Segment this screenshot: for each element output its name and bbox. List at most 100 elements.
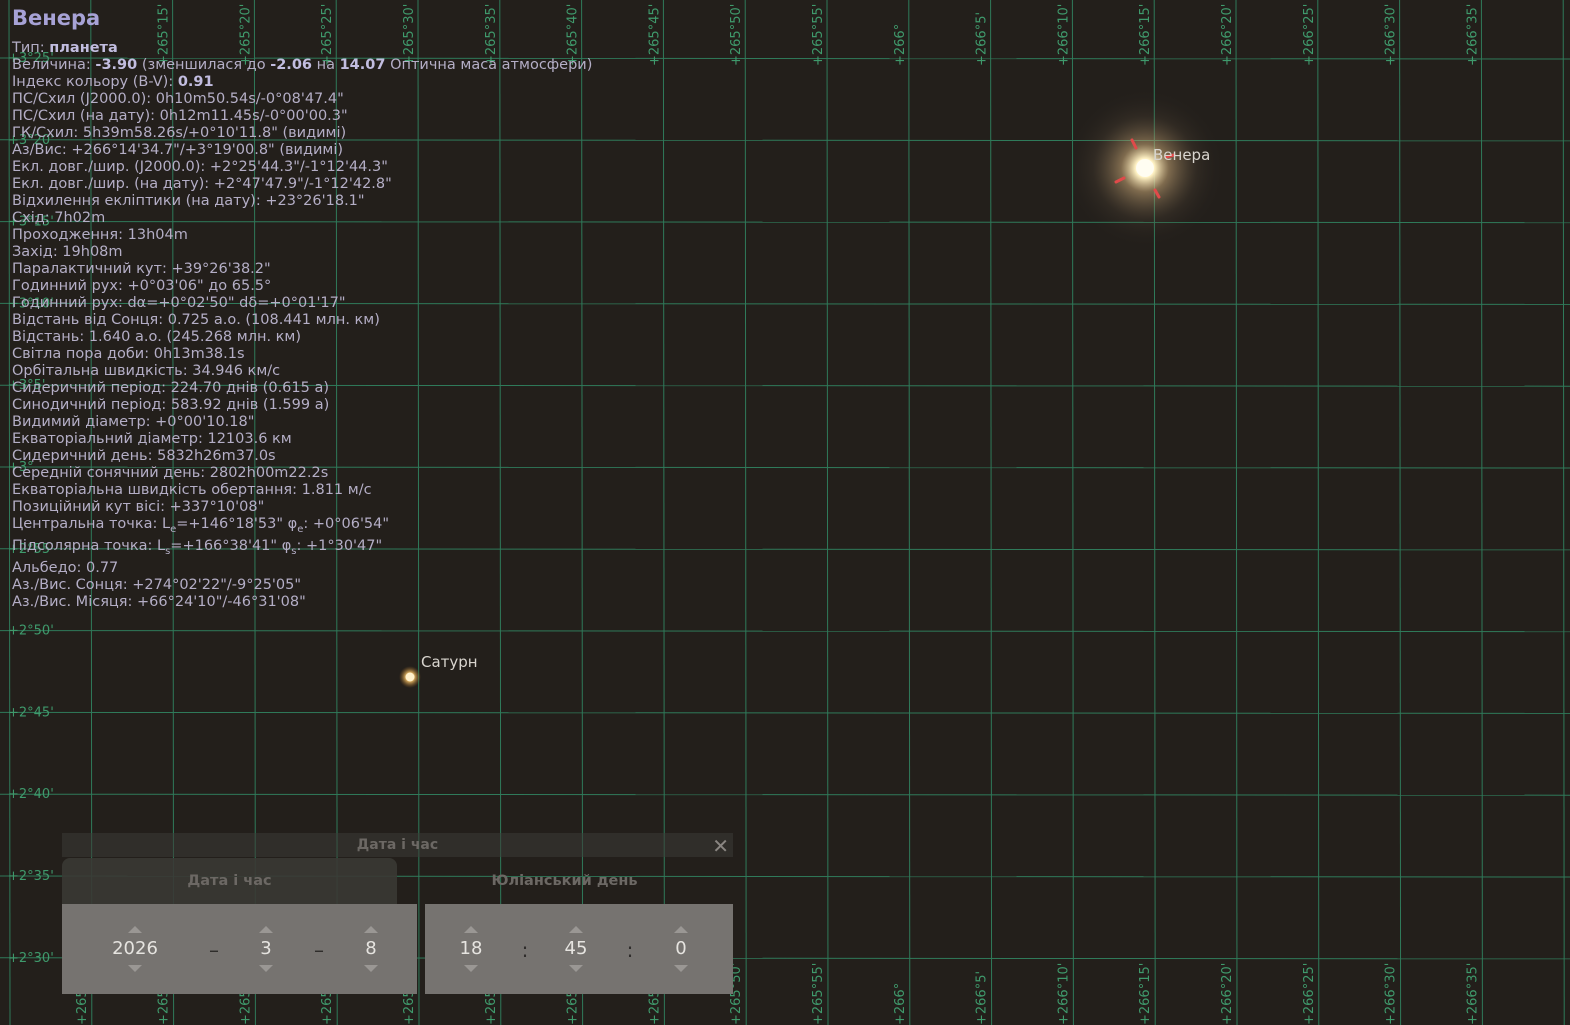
month-up-arrow-icon[interactable] [259,926,273,933]
info-line: Схід: 7h02m [12,210,106,226]
altitude-label: +2°35' [8,869,54,884]
date-separator: – [314,938,324,962]
info-line: Захід: 19h08m [12,244,123,260]
year-up-arrow-icon[interactable] [128,926,142,933]
azimuth-label-bottom: +266°35' [1465,963,1480,1025]
venus-object[interactable] [1065,88,1225,248]
altitude-label: +2°45' [8,705,54,720]
second-value[interactable]: 0 [646,938,716,959]
minute-down-arrow-icon[interactable] [569,965,583,972]
object-info-panel: Венера Тип: планета Величина: -3.90 (змен… [12,4,592,611]
hour-spinbox[interactable]: 18 [436,904,506,994]
info-line: Тип: планета [12,40,592,57]
saturn-label: Сатурн [421,653,478,671]
month-value[interactable]: 3 [231,938,301,959]
azimuth-grid-line [826,0,829,1025]
info-value: 14.07 [339,57,386,73]
minute-up-arrow-icon[interactable] [569,926,583,933]
altitude-label: +2°30' [8,951,54,966]
altitude-grid-line [0,793,1570,796]
saturn-disk[interactable] [405,672,415,682]
info-text: =+146°18'53" φ [176,516,298,532]
info-line: Синодичний період: 583.92 днів (1.599 а) [12,397,330,413]
minute-value[interactable]: 45 [541,938,611,959]
hour-down-arrow-icon[interactable] [464,965,478,972]
month-spinbox[interactable]: 3 [231,904,301,994]
info-value: -3.90 [95,57,138,73]
info-line: Світла пора доби: 0h13m38.1s [12,346,245,362]
tab-julian-day[interactable]: Юліанський день [402,858,727,904]
date-separator: – [209,938,219,962]
saturn-object[interactable] [399,666,421,688]
month-down-arrow-icon[interactable] [259,965,273,972]
altitude-label: +2°50' [8,624,54,639]
day-value[interactable]: 8 [336,938,406,959]
info-text: : +0°06'54" [303,516,390,532]
azimuth-label-bottom: +266°10' [1056,963,1071,1025]
altitude-grid-line [0,630,1570,633]
info-line: Видимий діаметр: +0°00'10.18" [12,414,255,430]
venus-disk[interactable] [1136,159,1154,177]
object-title: Венера [12,6,101,30]
second-up-arrow-icon[interactable] [674,926,688,933]
day-down-arrow-icon[interactable] [364,965,378,972]
year-down-arrow-icon[interactable] [128,965,142,972]
info-line: Паралактичний кут: +39°26'38.2" [12,261,271,277]
info-text: Оптична маса атмосфери) [385,57,593,73]
hour-value[interactable]: 18 [436,938,506,959]
info-line: Аз./Вис. Місяця: +66°24'10"/-46°31'08" [12,593,306,610]
info-line: Орбітальна швидкість: 34.946 км/с [12,363,281,379]
info-line: Екл. довг./шир. (J2000.0): +2°25'44.3"/-… [12,159,388,175]
info-line: Годинний рух: +0°03'06" до 65.5° [12,278,272,294]
info-text: Центральна точка: L [12,516,171,532]
azimuth-label-top: +266°20' [1220,4,1235,66]
info-line: Величина: -3.90 (зменшилася до -2.06 на … [12,57,592,74]
azimuth-label-bottom: +266°30' [1384,963,1399,1025]
azimuth-label-top: +266°30' [1384,4,1399,66]
info-line: Проходження: 13h04m [12,227,188,243]
info-line: Індекс кольору (B-V): 0.91 [12,74,592,91]
info-line: ГК/Схил: 5h39m58.26s/+0°10'11.8" (видимі… [12,125,347,141]
info-line: Аз./Вис. Сонця: +274°02'22"/-9°25'05" [12,576,302,593]
close-icon[interactable]: ✕ [712,834,729,858]
time-separator: : [626,938,634,962]
info-text: Індекс кольору (B-V): [12,74,178,90]
year-value[interactable]: 2026 [100,938,170,959]
second-down-arrow-icon[interactable] [674,965,688,972]
azimuth-label-top: +266°15' [1138,4,1153,66]
minute-spinbox[interactable]: 45 [541,904,611,994]
day-up-arrow-icon[interactable] [364,926,378,933]
dialog-title: Дата і час [356,837,439,853]
info-line: Екл. довг./шир. (на дату): +2°47'47.9"/-… [12,176,392,192]
tab-date-time[interactable]: Дата і час [62,858,397,904]
info-line: Годинний рух: dα=+0°02'50" dδ=+0°01'17" [12,295,346,311]
azimuth-label-top: +265°50' [729,4,744,66]
azimuth-label-bottom: +266°5' [975,971,990,1025]
azimuth-label-top: +266°10' [1056,4,1071,66]
dialog-titlebar[interactable]: Дата і час ✕ [62,833,733,858]
year-spinbox[interactable]: 2026 [100,904,170,994]
azimuth-grid-line [1480,0,1483,1025]
hour-up-arrow-icon[interactable] [464,926,478,933]
object-info-lines: Тип: планета Величина: -3.90 (зменшилася … [12,40,592,611]
info-text: на [312,57,340,73]
azimuth-grid-line [1562,0,1565,1025]
info-text: =+166°38'41" φ [170,537,292,554]
info-value: 0.91 [177,74,214,90]
info-text: Величина: [12,57,96,73]
info-line: Екваторіальний діаметр: 12103.6 км [12,431,292,447]
info-text: (зменшилася до [137,57,271,73]
venus-label: Венера [1153,146,1210,164]
info-value: -2.06 [270,57,312,73]
second-spinbox[interactable]: 0 [646,904,716,994]
info-line: Підсолярна точка: Ls=+166°38'41" φs: +1°… [12,538,592,560]
azimuth-grid-line [908,0,911,1025]
altitude-grid-line [0,711,1570,714]
azimuth-label-bottom: +266°25' [1302,963,1317,1025]
date-time-dialog[interactable]: Дата і час ✕ Дата і час Юліанський день … [62,833,733,995]
info-line: Аз/Вис: +266°14'34.7"/+3°19'00.8" (видим… [12,142,344,158]
day-spinbox[interactable]: 8 [336,904,406,994]
azimuth-label-top: +265°45' [647,4,662,66]
time-panel: 18 : 45 : 0 [425,904,733,994]
info-line: Середній сонячний день: 2802h00m22.2s [12,465,329,481]
